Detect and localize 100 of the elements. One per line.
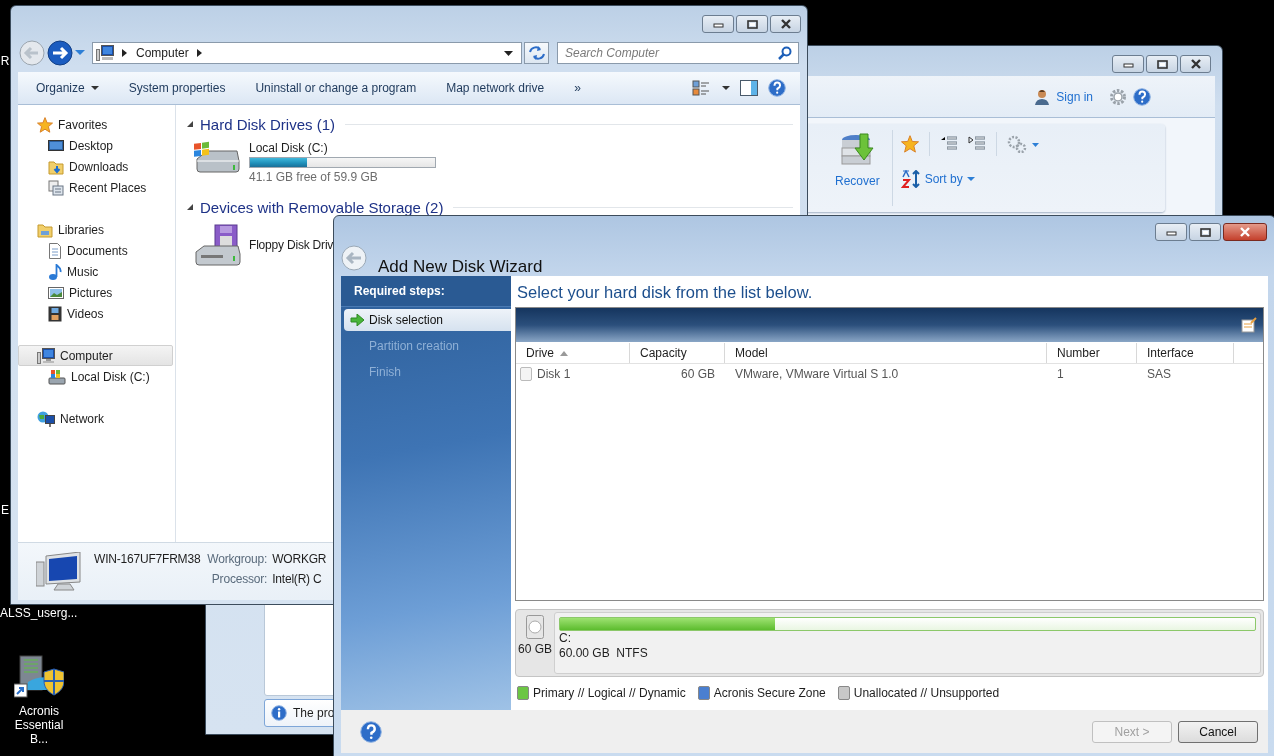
network-icon [37,409,55,428]
maximize-button[interactable] [1146,55,1178,73]
toolbar-button[interactable]: Uninstall or change a program [245,77,427,99]
drive-icon [48,368,66,385]
maximize-icon [1199,227,1211,237]
close-button[interactable] [1180,55,1211,73]
legend-label: Unallocated // Unsupported [853,686,1000,700]
help-icon [768,79,786,97]
nav-item[interactable]: Videos [18,303,175,324]
table-row[interactable]: Disk 1 60 GB VMware, VMware Virtual S 1.0 1 SAS [516,364,1263,384]
desktop-icon-label[interactable]: E [1,503,9,517]
maximize-button[interactable] [1189,223,1221,241]
field-label: Workgroup: [207,552,268,566]
search-field[interactable]: Search Computer [557,42,799,64]
star-icon [37,116,53,133]
recover-button[interactable]: Recover [831,130,884,206]
nav-item[interactable]: Network [18,408,175,429]
nav-item[interactable]: Documents [18,240,175,261]
minimize-icon [1122,60,1134,68]
toolbar-button[interactable]: » [564,77,591,99]
search-icon [778,46,792,60]
table-cell: 60 GB [680,367,715,381]
caret-icon [966,176,975,182]
sign-in-link[interactable]: Sign in [1056,89,1093,104]
checkbox[interactable] [520,367,532,381]
minimize-button[interactable] [1112,55,1144,73]
close-icon [779,19,792,29]
collapse-arrow-icon[interactable] [187,203,194,211]
cancel-button[interactable]: Cancel [1178,720,1258,743]
film-icon [48,305,62,322]
server-shield-icon [14,654,64,700]
dropdown-arrow-icon[interactable] [504,50,514,56]
settings-icon[interactable] [1109,87,1127,106]
drive-name[interactable]: Floppy Disk Driv [249,238,334,252]
field-value: Intel(R) C [272,572,323,586]
desktop-icon [48,138,64,153]
sort-icon [900,170,921,188]
refresh-button[interactable] [524,42,549,64]
folder-icon [37,221,53,238]
column-header[interactable]: Model [725,343,1047,363]
sort-by-button[interactable]: Sort by [900,170,1041,188]
caret-icon[interactable] [722,85,730,91]
drive-name[interactable]: Local Disk (C:) [249,141,436,155]
picture-icon [48,285,64,300]
expand-list-icon[interactable] [967,136,986,152]
window-title: Add New Disk Wizard [378,257,543,277]
steps-heading: Required steps: [341,276,511,307]
close-icon [1239,227,1251,237]
toolbar-button[interactable]: Map network drive [436,77,555,99]
hard-drive-icon [193,141,241,175]
nav-item[interactable]: Local Disk (C:) [18,366,175,387]
organize-menu[interactable]: Organize [26,77,109,99]
collapse-list-icon[interactable] [939,136,958,152]
column-header[interactable]: Drive [516,343,630,363]
column-header[interactable]: Capacity [630,343,725,363]
close-button[interactable] [1223,223,1267,241]
collapse-arrow-icon[interactable] [187,120,194,128]
desktop-icon-label[interactable]: ALSS_userg... [0,606,78,620]
maximize-icon [1156,59,1168,69]
nav-item[interactable]: Favorites [18,114,175,135]
nav-item[interactable]: Music [18,261,175,282]
table-settings-icon[interactable] [1241,317,1257,333]
drive-stack-icon [840,132,875,166]
preview-pane-icon[interactable] [740,80,758,96]
caret-icon [90,85,99,91]
star-icon [900,135,919,153]
chevron-icon [122,49,128,57]
minimize-button[interactable] [702,15,734,33]
group-heading[interactable]: Hard Disk Drives (1) [200,115,335,133]
nav-item[interactable]: Computer [18,345,173,366]
help-icon [1133,87,1151,106]
refresh-icon [527,45,546,61]
minimize-button[interactable] [1155,223,1187,241]
column-header[interactable]: Number [1047,343,1137,363]
nav-item[interactable]: Desktop [18,135,175,156]
field-label: Processor: [210,572,268,586]
desktop-icon-label[interactable]: Acronis Essential B... [4,704,74,746]
nav-item[interactable]: Libraries [18,219,175,240]
address-bar[interactable]: Computer [92,42,523,64]
breadcrumb[interactable]: Computer [136,46,189,60]
column-header[interactable]: Interface [1137,343,1234,363]
change-view-icon[interactable] [692,80,712,96]
group-heading[interactable]: Devices with Removable Storage (2) [200,198,444,216]
forward-button[interactable] [47,40,73,66]
recent-places-icon [48,179,64,196]
folder-icon [48,158,64,175]
minimize-icon [712,20,724,28]
maximize-button[interactable] [736,15,768,33]
desktop-icon-label[interactable]: R [0,54,10,68]
wizard-step[interactable]: Disk selection [344,309,511,331]
close-button[interactable] [770,15,801,33]
chevron-icon [196,49,203,57]
info-icon [271,705,287,721]
nav-item[interactable]: Downloads [18,156,175,177]
nav-item[interactable]: Recent Places [18,177,175,198]
computer-name: WIN-167UF7FRM38 [94,552,201,566]
toolbar-button[interactable]: System properties [118,77,236,99]
table-cell: VMware, VMware Virtual S 1.0 [735,367,899,381]
legend-label: Primary // Logical // Dynamic [533,686,686,700]
nav-item[interactable]: Pictures [18,282,175,303]
